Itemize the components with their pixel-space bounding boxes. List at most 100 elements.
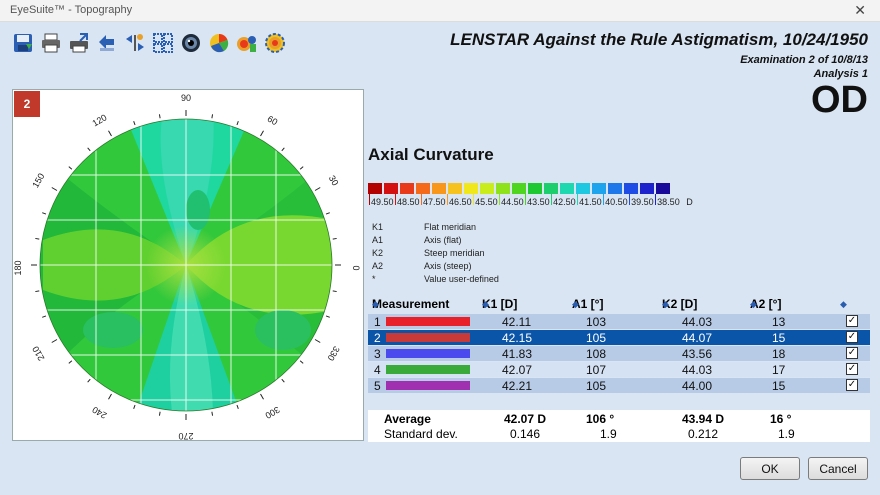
axis-label-240: 240 xyxy=(90,405,108,421)
close-icon[interactable]: ✕ xyxy=(854,2,866,19)
cell-a1: 107 xyxy=(586,363,607,377)
sort-icon: ◆ xyxy=(750,299,757,309)
row-checkbox[interactable]: ✓ xyxy=(846,379,858,391)
window-title: EyeSuite™ - Topography xyxy=(10,4,133,16)
color-scale-cell xyxy=(512,183,526,194)
cancel-button[interactable]: Cancel xyxy=(808,457,868,480)
axis-label-180: 180 xyxy=(13,260,23,275)
legend: K1 Flat meridian A1 Axis (flat) K2 Steep me… xyxy=(372,222,499,287)
patient-title: LENSTAR Against the Rule Astigmatism, 10… xyxy=(450,30,868,49)
legend-desc: Flat meridian xyxy=(424,222,477,232)
row-checkbox[interactable]: ✓ xyxy=(846,347,858,359)
multi-view-icon[interactable] xyxy=(150,30,176,56)
map-tick xyxy=(42,315,47,318)
legend-key: K1 xyxy=(372,222,384,232)
keratoconus-icon[interactable] xyxy=(234,30,260,56)
map-tick xyxy=(42,212,47,215)
table-row[interactable]: 2 42.15 105 44.07 15 ✓ xyxy=(368,329,870,345)
map-tick xyxy=(332,290,337,293)
row-checkbox[interactable]: ✓ xyxy=(846,331,858,343)
map-tick xyxy=(332,237,337,240)
axis-label-210: 210 xyxy=(30,344,46,362)
row-checkbox[interactable]: ✓ xyxy=(846,363,858,375)
back-icon[interactable] xyxy=(94,30,120,56)
column-header-measurement[interactable]: ◆ Measurement xyxy=(372,297,449,311)
sort-icon: ◆ xyxy=(662,299,669,309)
axis-label-0: 0 xyxy=(351,265,361,270)
color-scale-label: 48.50 xyxy=(397,197,420,207)
legend-key: A1 xyxy=(372,235,384,245)
stddev-k2: 0.212 xyxy=(688,427,719,441)
cell-k1: 41.83 xyxy=(502,347,533,361)
toolbar xyxy=(10,30,288,58)
column-header-a1[interactable]: ◆ A1 [°] xyxy=(572,297,603,311)
map-tick xyxy=(68,360,73,364)
stddev-label: Standard dev. xyxy=(384,427,458,441)
measurement-color-swatch xyxy=(386,365,470,374)
measurement-table: ◆ Measurement ◆ K1 [D] ◆ A1 [°] ◆ K2 [D] ◆ A2… xyxy=(368,295,870,393)
row-number: 1 xyxy=(374,315,381,329)
print-preview-icon[interactable] xyxy=(66,30,92,56)
title-bar: EyeSuite™ - Topography ✕ xyxy=(0,0,880,22)
map-tick xyxy=(51,187,58,191)
sort-icon: ◆ xyxy=(372,299,379,309)
axis-label-60: 60 xyxy=(266,114,280,128)
map-tick xyxy=(299,360,304,364)
color-scale-cell xyxy=(608,183,622,194)
topography-map: 90 60 30 0 330 300 270 240 210 180 150 1… xyxy=(13,93,361,441)
sort-icon: ◆ xyxy=(482,299,489,309)
legend-desc: Value user-defined xyxy=(424,274,499,284)
column-header-k1[interactable]: ◆ K1 [D] xyxy=(482,297,517,311)
cell-a2: 13 xyxy=(772,315,786,329)
table-row[interactable]: 3 41.83 108 43.56 18 ✓ xyxy=(368,345,870,361)
color-scale-cell xyxy=(400,183,414,194)
map-tick xyxy=(35,237,40,240)
color-scale-cell xyxy=(416,183,430,194)
color-scale-label: 49.50 xyxy=(371,197,394,207)
row-checkbox[interactable]: ✓ xyxy=(846,315,858,327)
color-scale-cell xyxy=(480,183,494,194)
map-tick xyxy=(158,411,161,416)
map-tick xyxy=(236,404,239,409)
sort-icon: ◆ xyxy=(840,299,847,309)
column-header-k2[interactable]: ◆ K2 [D] xyxy=(662,297,697,311)
map-tick xyxy=(87,378,91,383)
cell-a2: 15 xyxy=(772,331,786,345)
average-a2: 16 ° xyxy=(770,412,792,426)
cell-k2: 44.03 xyxy=(682,315,713,329)
settings-icon[interactable] xyxy=(262,30,288,56)
eye-image-icon[interactable] xyxy=(178,30,204,56)
color-scale-cell xyxy=(624,183,638,194)
print-icon[interactable] xyxy=(38,30,64,56)
cell-a2: 17 xyxy=(772,363,786,377)
color-scale-tick xyxy=(421,194,423,205)
ok-button[interactable]: OK xyxy=(740,457,800,480)
compare-icon[interactable] xyxy=(122,30,148,56)
color-scale-cell xyxy=(464,183,478,194)
map-tick xyxy=(260,393,264,400)
table-row[interactable]: 1 42.11 103 44.03 13 ✓ xyxy=(368,313,870,329)
column-header-a2[interactable]: ◆ A2 [°] xyxy=(750,297,781,311)
table-row[interactable]: 5 42.21 105 44.00 15 ✓ xyxy=(368,377,870,393)
color-scale-icon[interactable] xyxy=(206,30,232,56)
axis-label-330: 330 xyxy=(326,344,342,362)
map-tick xyxy=(51,339,58,343)
cell-k2: 43.56 xyxy=(682,347,713,361)
legend-key: A2 xyxy=(372,261,384,271)
map-tick xyxy=(35,290,40,293)
map-tick xyxy=(68,166,73,170)
topography-map-panel[interactable]: 90 60 30 0 330 300 270 240 210 180 150 1… xyxy=(12,89,364,441)
legend-desc: Steep meridian xyxy=(424,248,485,258)
map-tick xyxy=(325,212,330,215)
table-row[interactable]: 4 42.07 107 44.03 17 ✓ xyxy=(368,361,870,377)
color-scale-label: 46.50 xyxy=(449,197,472,207)
color-scale-tick xyxy=(369,194,370,205)
legend-desc: Axis (flat) xyxy=(424,235,462,245)
color-scale-cell xyxy=(656,183,670,194)
summary-panel: Average 42.07 D 106 ° 43.94 D 16 ° Stand… xyxy=(368,410,870,442)
cell-a2: 18 xyxy=(772,347,786,361)
color-scale-tick xyxy=(629,194,631,205)
save-icon[interactable] xyxy=(10,30,36,56)
measurement-color-swatch xyxy=(386,333,470,342)
stddev-a1: 1.9 xyxy=(600,427,617,441)
